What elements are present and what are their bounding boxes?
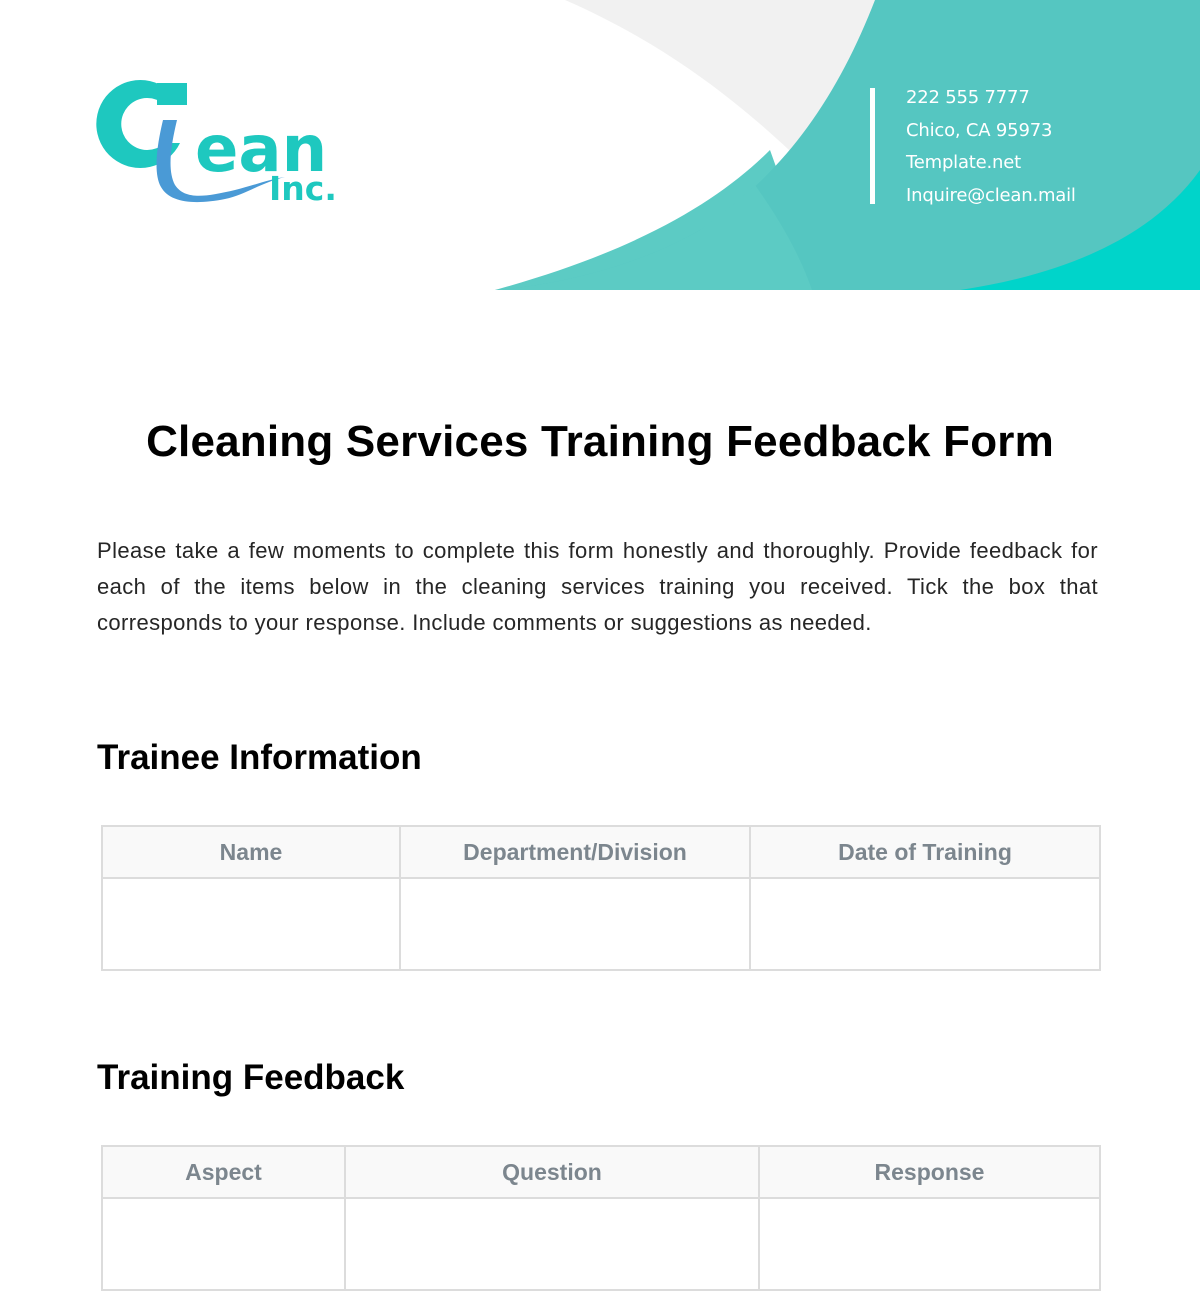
training-feedback-heading: Training Feedback <box>97 1058 405 1097</box>
column-header-aspect: Aspect <box>101 1145 346 1199</box>
trainee-information-heading: Trainee Information <box>97 738 422 777</box>
table-header-row: Aspect Question Response <box>101 1145 1101 1199</box>
clean-logo-icon: ean Inc. <box>96 80 337 208</box>
training-feedback-table: Aspect Question Response <box>101 1145 1101 1291</box>
trainee-information-table: Name Department/Division Date of Trainin… <box>101 825 1101 971</box>
response-cell[interactable] <box>758 1197 1101 1291</box>
question-cell[interactable] <box>344 1197 760 1291</box>
aspect-cell[interactable] <box>101 1197 346 1291</box>
name-field[interactable] <box>101 877 401 971</box>
document-title: Cleaning Services Training Feedback Form <box>146 417 1054 466</box>
table-row <box>101 1197 1101 1291</box>
contact-address: Chico, CA 95973 <box>906 119 1053 141</box>
contact-phone: 222 555 7777 <box>906 87 1030 108</box>
contact-email[interactable]: Inquire@clean.mail <box>906 180 1076 213</box>
logo-c-cap <box>157 83 187 105</box>
letterhead: ean Inc. 222 555 7777 Chico, CA 95973 Te… <box>0 0 1200 290</box>
contact-info: 222 555 7777 Chico, CA 95973 Template.ne… <box>870 87 1076 206</box>
logo-sub-text: Inc. <box>269 169 337 208</box>
intro-paragraph: Please take a few moments to complete th… <box>97 538 1098 635</box>
company-logo: ean Inc. <box>85 75 355 210</box>
department-field[interactable] <box>399 877 751 971</box>
date-field[interactable] <box>749 877 1101 971</box>
column-header-name: Name <box>101 825 401 879</box>
column-header-question: Question <box>344 1145 760 1199</box>
contact-website[interactable]: Template.net <box>906 147 1076 180</box>
table-row <box>101 877 1101 971</box>
table-header-row: Name Department/Division Date of Trainin… <box>101 825 1101 879</box>
column-header-response: Response <box>758 1145 1101 1199</box>
column-header-date: Date of Training <box>749 825 1101 879</box>
column-header-department: Department/Division <box>399 825 751 879</box>
